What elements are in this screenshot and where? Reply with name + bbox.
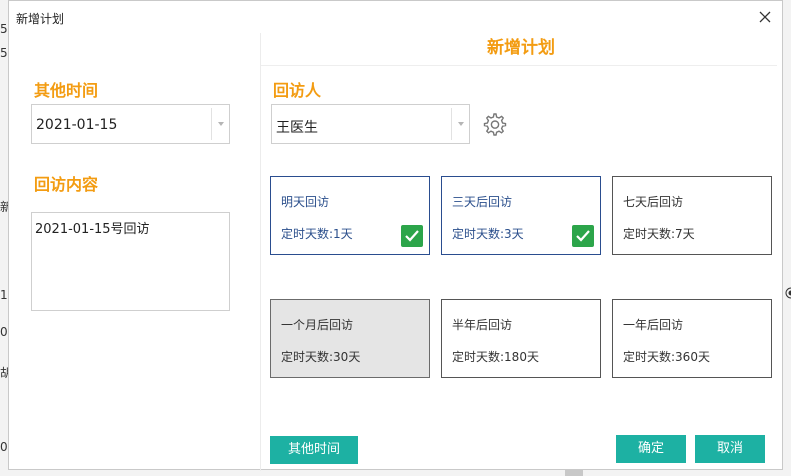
new-plan-dialog: 新增计划 新增计划 其他时间 2021-01-15 回访内容 2021-01-1… [8, 0, 783, 471]
other-time-button[interactable]: 其他时间 [270, 436, 358, 464]
heading-divider [261, 65, 777, 66]
visitor-value: 王医生 [276, 120, 318, 136]
dropdown-separator [211, 108, 212, 140]
plan-card-one-month[interactable]: 一个月后回访 定时天数:30天 [270, 299, 430, 378]
plan-card-one-year[interactable]: 一年后回访 定时天数:360天 [612, 299, 772, 378]
plan-title: 七天后回访 [623, 195, 684, 209]
date-value: 2021-01-15 [36, 117, 118, 133]
plan-card-seven-days[interactable]: 七天后回访 定时天数:7天 [612, 176, 772, 255]
plan-card-three-days[interactable]: 三天后回访 定时天数:3天 [441, 176, 601, 255]
plan-title: 明天回访 [281, 195, 330, 209]
cancel-button[interactable]: 取消 [695, 435, 765, 463]
dropdown-separator [451, 108, 452, 140]
visitor-select[interactable]: 王医生 [271, 104, 470, 144]
confirm-button[interactable]: 确定 [616, 435, 686, 463]
dialog-title: 新增计划 [16, 12, 65, 26]
plan-days: 定时天数:360天 [623, 350, 710, 364]
chevron-down-icon [458, 122, 464, 126]
plan-days: 定时天数:7天 [623, 227, 695, 241]
title-bar: 新增计划 [9, 1, 782, 33]
date-picker[interactable]: 2021-01-15 [31, 104, 230, 144]
visit-content-value: 2021-01-15号回访 [35, 222, 150, 237]
plan-title: 三天后回访 [452, 195, 513, 209]
visit-content-input[interactable]: 2021-01-15号回访 [31, 212, 230, 311]
plan-card-tomorrow[interactable]: 明天回访 定时天数:1天 [270, 176, 430, 255]
gear-icon[interactable] [481, 111, 507, 137]
plan-days: 定时天数:30天 [281, 350, 361, 364]
plan-title: 一个月后回访 [281, 318, 354, 332]
close-icon [759, 11, 771, 23]
background-radio-icon [783, 284, 791, 299]
plan-days: 定时天数:1天 [281, 227, 353, 241]
plan-title: 一年后回访 [623, 318, 684, 332]
check-icon [401, 225, 423, 247]
visit-content-label: 回访内容 [34, 175, 99, 194]
background-text: 5 [0, 46, 8, 60]
plan-card-half-year[interactable]: 半年后回访 定时天数:180天 [441, 299, 601, 378]
visitor-label: 回访人 [273, 81, 322, 100]
plan-days: 定时天数:180天 [452, 350, 539, 364]
page-heading: 新增计划 [487, 38, 555, 58]
background-text: 5 [0, 22, 8, 36]
chevron-down-icon [218, 122, 224, 126]
plan-title: 半年后回访 [452, 318, 513, 332]
close-button[interactable] [754, 6, 776, 28]
panel-divider [260, 33, 261, 471]
other-time-label: 其他时间 [34, 81, 99, 100]
check-icon [572, 225, 594, 247]
plan-days: 定时天数:3天 [452, 227, 524, 241]
